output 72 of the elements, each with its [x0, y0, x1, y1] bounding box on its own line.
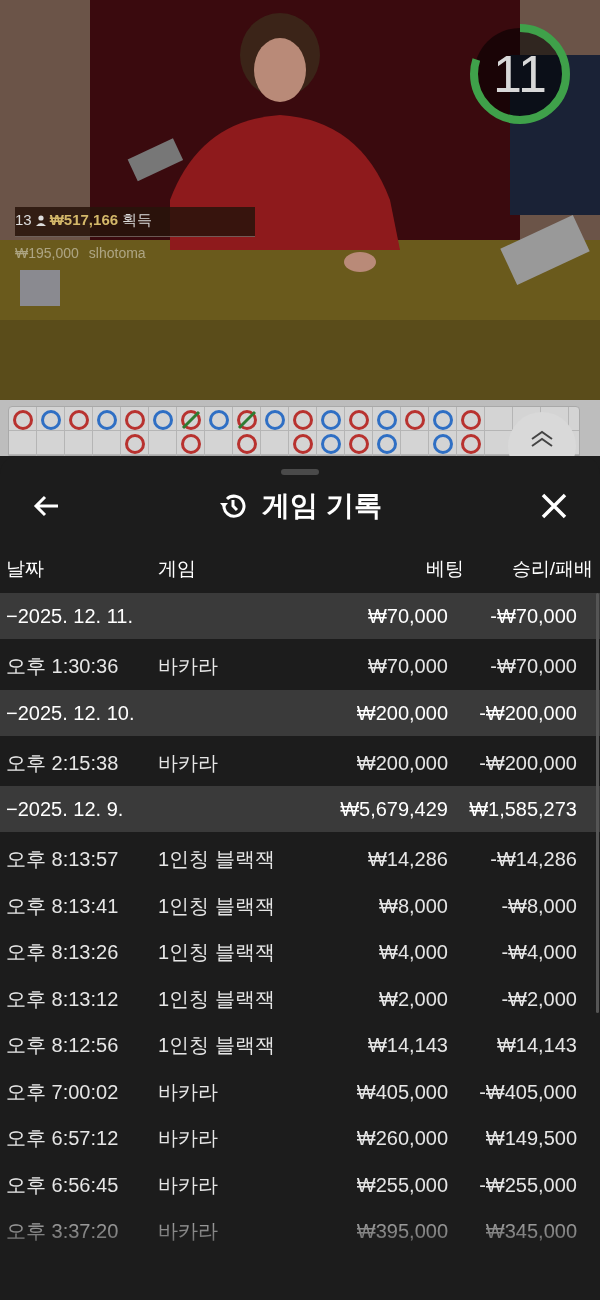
time-cell-text: 오후 8:13:26: [5, 940, 119, 966]
sheet-title: 게임 기록: [262, 489, 382, 523]
result-cell-text: ₩345,000: [485, 1219, 578, 1245]
column-header: 베팅: [426, 556, 465, 581]
time-cell-text: 오후 8:13:41: [5, 893, 119, 919]
game-cell-text: 바카라: [157, 654, 218, 680]
person-icon: [35, 214, 46, 226]
result-cell-text: -₩200,000: [479, 750, 578, 776]
time-cell-text: 오후 2:15:38: [5, 750, 119, 776]
double-chevron-up-icon: [529, 430, 555, 448]
date-text: −2025. 12. 9.: [5, 797, 124, 822]
result-total: ₩1,585,273: [469, 797, 578, 822]
time-cell-text: 오후 6:57:12: [5, 1126, 119, 1152]
date-group-row[interactable]: −2025. 12. 10. ₩200,000 -₩200,000: [0, 689, 600, 736]
bet-cell-text: ₩14,143: [367, 1033, 449, 1059]
bet-amount: ₩195,000: [15, 243, 79, 263]
date-group-row[interactable]: −2025. 12. 9. ₩5,679,429 ₩1,585,273: [0, 786, 600, 832]
bet-cell-text: ₩200,000: [356, 750, 449, 776]
bet-total: ₩5,679,429: [340, 797, 449, 822]
game-cell-text: 바카라: [157, 1126, 218, 1152]
time-cell-text: 오후 3:37:20: [5, 1219, 119, 1245]
date-group-row[interactable]: −2025. 12. 11. ₩70,000 -₩70,000: [0, 593, 600, 639]
bet-cell-text: ₩395,000: [356, 1219, 449, 1245]
game-cell-text: 바카라: [157, 1172, 218, 1198]
bet-cell-text: ₩255,000: [356, 1172, 449, 1198]
result-cell-text: -₩405,000: [479, 1079, 578, 1105]
bet-cell-text: ₩4,000: [379, 940, 449, 966]
time-cell-text: 오후 8:12:56: [5, 1033, 119, 1059]
bet-cell-text: ₩8,000: [379, 893, 449, 919]
result-cell-text: -₩14,286: [490, 847, 578, 873]
result-cell-text: -₩255,000: [479, 1172, 578, 1198]
win-amount: ₩517,166: [49, 210, 119, 230]
player-name: slhotoma: [88, 243, 146, 263]
date-text: −2025. 12. 10.: [5, 700, 135, 726]
game-cell-text: 1인칭 블랙잭: [157, 847, 275, 873]
back-arrow-icon: [32, 494, 60, 518]
game-cell-text: 1인칭 블랙잭: [157, 1033, 275, 1059]
bet-total: ₩70,000: [367, 604, 449, 629]
bet-cell-text: ₩260,000: [356, 1126, 449, 1152]
countdown-number: 11: [493, 48, 547, 100]
result-cell-text: -₩4,000: [501, 940, 578, 966]
column-header: 승리/패배: [511, 556, 594, 581]
game-cell-text: 1인칭 블랙잭: [157, 940, 275, 966]
game-cell-text: 1인칭 블랙잭: [157, 986, 275, 1012]
time-cell-text: 오후 8:13:57: [5, 847, 119, 873]
bet-total: ₩200,000: [356, 700, 449, 726]
date-text: −2025. 12. 11.: [5, 604, 133, 629]
close-icon: [541, 493, 567, 519]
time-cell-text: 오후 6:56:45: [5, 1172, 119, 1198]
column-header: 날짜: [5, 556, 45, 581]
time-cell-text: 오후 1:30:36: [5, 654, 119, 680]
time-cell-text: 오후 8:13:12: [5, 986, 119, 1012]
result-total: -₩70,000: [490, 604, 578, 629]
bet-cell-text: ₩14,286: [367, 847, 449, 873]
result-cell-text: -₩70,000: [490, 654, 578, 680]
result-cell-text: ₩149,500: [485, 1126, 578, 1152]
bet-cell-text: ₩70,000: [367, 654, 449, 680]
winner-count: 13: [15, 210, 32, 230]
result-cell-text: ₩14,143: [496, 1033, 578, 1059]
column-header: 게임: [157, 556, 197, 581]
win-label: 획득: [122, 210, 153, 230]
drag-handle[interactable]: [281, 469, 319, 475]
game-cell-text: 바카라: [157, 1079, 218, 1105]
time-cell-text: 오후 7:00:02: [5, 1079, 119, 1105]
result-total: -₩200,000: [479, 700, 578, 726]
game-cell-text: 바카라: [157, 750, 218, 776]
game-cell-text: 1인칭 블랙잭: [157, 893, 275, 919]
result-cell-text: -₩2,000: [501, 986, 578, 1012]
bet-cell-text: ₩2,000: [379, 986, 449, 1012]
bet-cell-text: ₩405,000: [356, 1079, 449, 1105]
game-cell-text: 바카라: [157, 1219, 218, 1245]
result-cell-text: -₩8,000: [501, 893, 578, 919]
